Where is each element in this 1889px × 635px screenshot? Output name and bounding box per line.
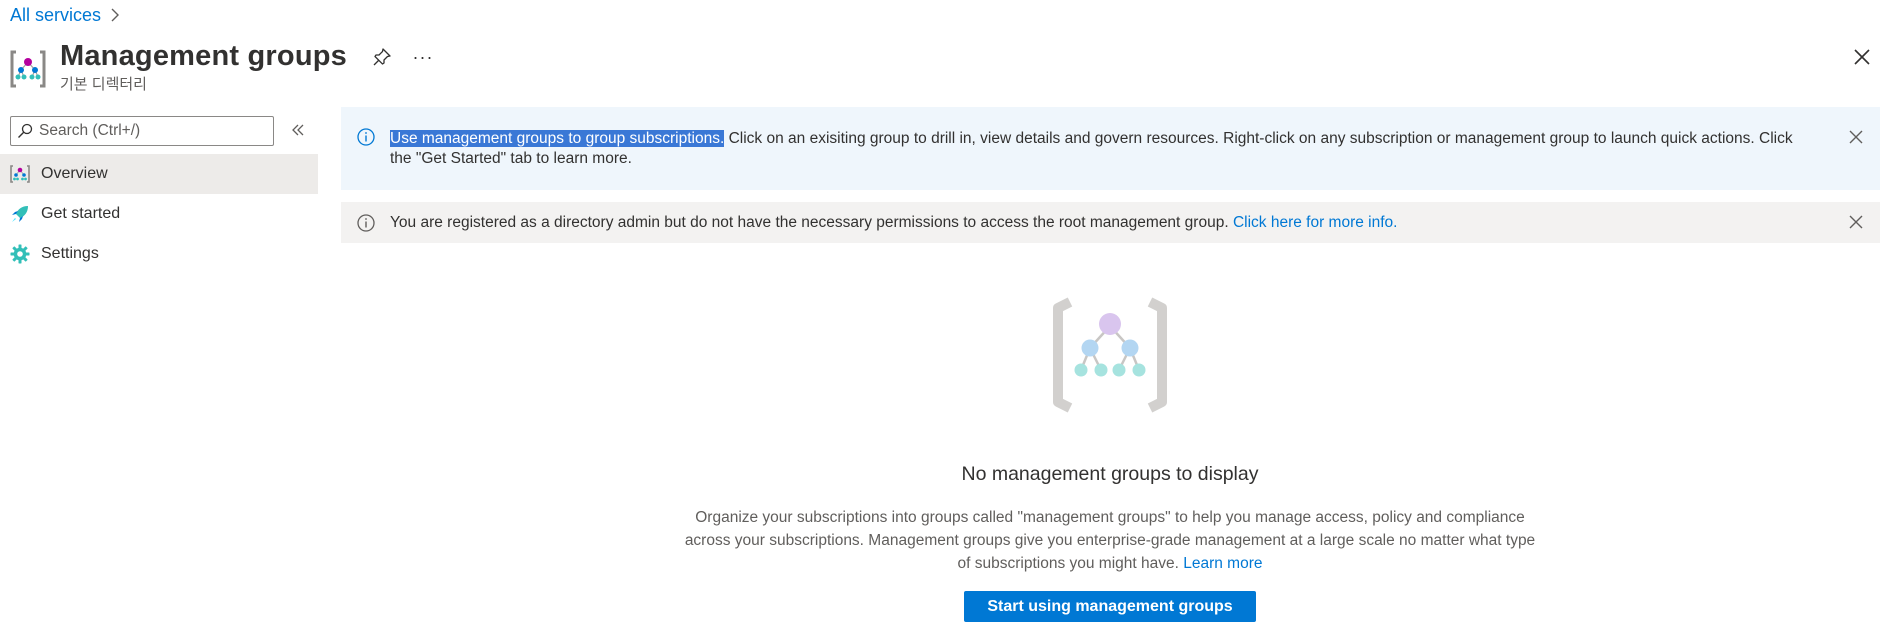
sidebar-item-label: Get started	[41, 205, 121, 222]
rocket-icon	[10, 204, 30, 224]
sidebar-item-label: Settings	[41, 245, 99, 262]
gear-icon	[10, 244, 30, 264]
breadcrumb-all-services-link[interactable]: All services	[10, 5, 101, 26]
empty-state-description: Organize your subscriptions into groups …	[680, 506, 1540, 575]
close-icon	[1849, 130, 1863, 144]
search-box	[10, 116, 274, 146]
warning-banner-dismiss-button[interactable]	[1846, 212, 1866, 232]
permission-warning-banner: You are registered as a directory admin …	[341, 202, 1880, 243]
pin-button[interactable]	[370, 45, 394, 69]
sidebar-item-label: Overview	[41, 165, 108, 182]
start-using-management-groups-button[interactable]: Start using management groups	[964, 591, 1256, 622]
breadcrumb: All services	[10, 4, 121, 26]
page-subtitle: 기본 디렉터리	[60, 76, 147, 93]
warning-banner-body: You are registered as a directory admin …	[390, 213, 1233, 231]
chevron-right-icon	[111, 8, 120, 22]
search-icon	[18, 123, 33, 138]
management-groups-icon	[10, 164, 30, 184]
empty-state-description-text: Organize your subscriptions into groups …	[684, 509, 1536, 572]
learn-more-link[interactable]: Learn more	[1183, 555, 1262, 572]
more-info-link[interactable]: Click here for more info.	[1233, 214, 1398, 231]
collapse-sidebar-button[interactable]	[288, 120, 308, 140]
double-chevron-left-icon	[292, 124, 304, 136]
sidebar-nav: Overview Get started Settings	[0, 154, 318, 274]
page-title: Management groups	[60, 40, 347, 72]
info-banner-dismiss-button[interactable]	[1846, 127, 1866, 147]
empty-state-title: No management groups to display	[961, 463, 1259, 485]
management-groups-icon	[10, 50, 46, 88]
info-icon	[357, 128, 375, 146]
pin-icon	[373, 48, 391, 66]
more-options-button[interactable]: ···	[410, 45, 436, 69]
info-icon	[357, 213, 375, 232]
close-button[interactable]	[1850, 45, 1874, 69]
info-banner-highlighted-text: Use management groups to group subscript…	[390, 130, 725, 147]
info-banner-text: Use management groups to group subscript…	[390, 129, 1810, 190]
management-groups-illustration-icon	[1053, 297, 1167, 413]
sidebar-item-get-started[interactable]: Get started	[0, 194, 318, 234]
search-input[interactable]	[39, 122, 259, 140]
warning-banner-text: You are registered as a directory admin …	[390, 213, 1397, 233]
empty-state: No management groups to display Organize…	[600, 290, 1620, 622]
close-icon	[1854, 49, 1870, 65]
page-header: Management groups 기본 디렉터리	[10, 38, 347, 98]
info-banner: Use management groups to group subscript…	[341, 107, 1880, 190]
close-icon	[1849, 215, 1863, 229]
sidebar-item-overview[interactable]: Overview	[0, 154, 318, 194]
sidebar-item-settings[interactable]: Settings	[0, 234, 318, 274]
